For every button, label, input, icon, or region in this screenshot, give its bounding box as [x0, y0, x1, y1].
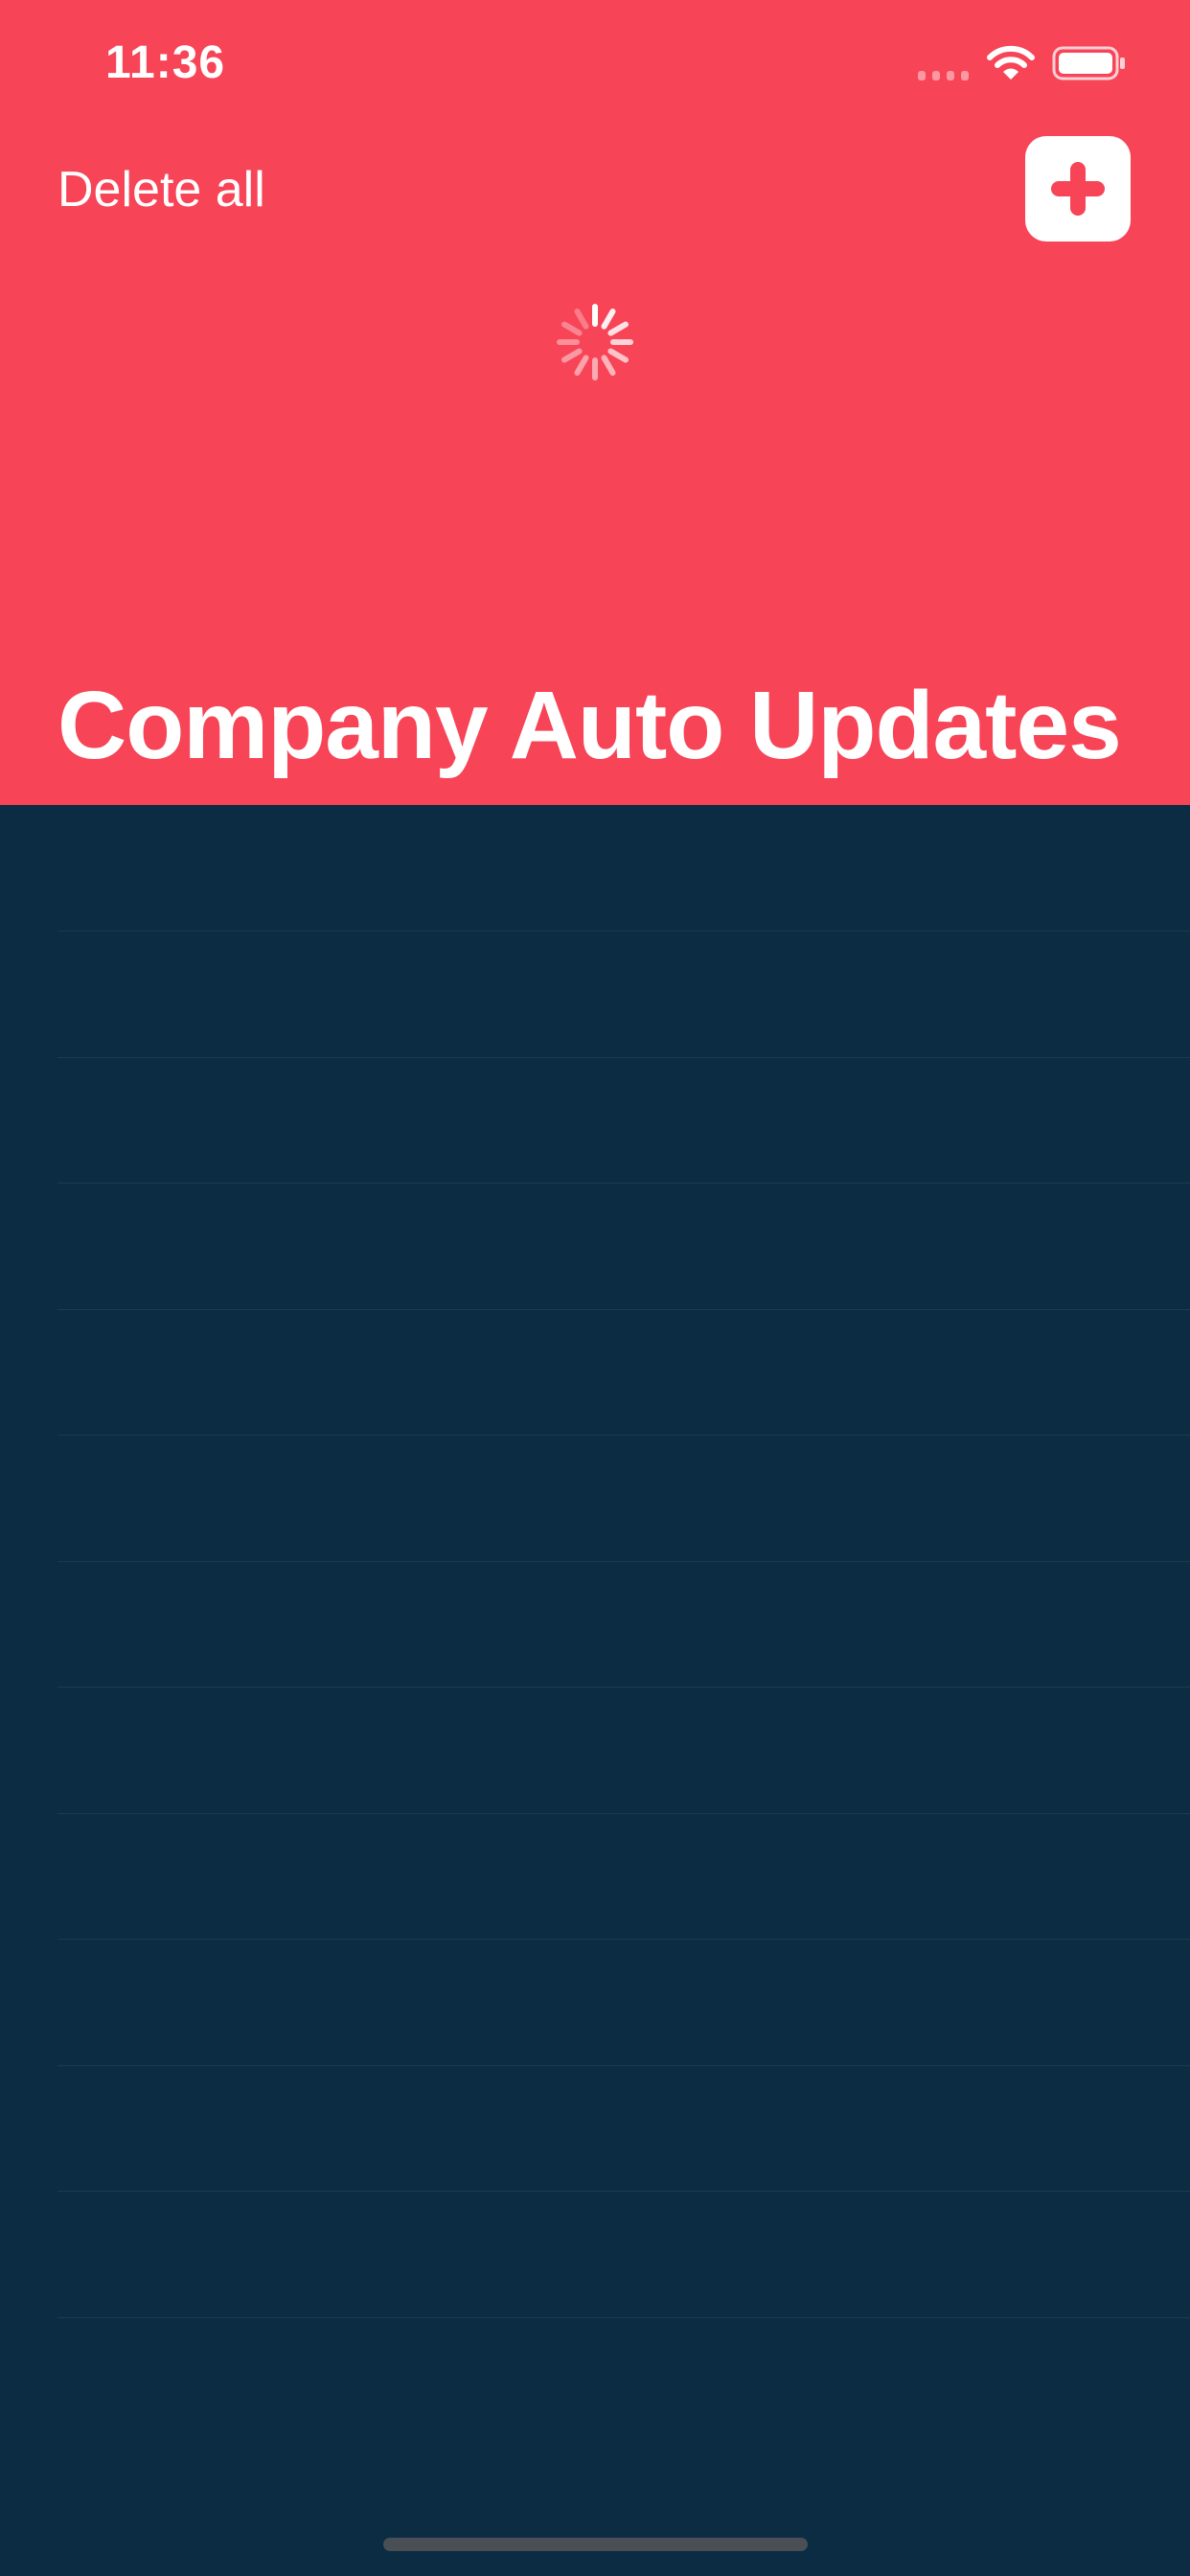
wifi-icon — [987, 45, 1035, 80]
list-item — [57, 2065, 1190, 2066]
list-item — [57, 1435, 1190, 1436]
plus-icon — [1051, 162, 1105, 216]
delete-all-button[interactable]: Delete all — [57, 161, 265, 218]
list-item — [57, 1309, 1190, 1310]
updates-list — [0, 805, 1190, 2530]
list-item — [57, 1561, 1190, 1562]
list-item — [57, 2191, 1190, 2192]
list-item — [57, 1183, 1190, 1184]
home-indicator[interactable] — [383, 2538, 808, 2551]
list-item — [57, 1057, 1190, 1058]
list-item — [57, 1939, 1190, 1940]
battery-icon — [1052, 46, 1125, 80]
status-time: 11:36 — [105, 37, 226, 88]
add-button[interactable] — [1025, 136, 1131, 242]
page-title: Company Auto Updates — [57, 672, 1122, 779]
list-item — [57, 2317, 1190, 2318]
spinner-icon — [557, 304, 633, 380]
header: 11:36 Delete all Company Auto Updates — [0, 0, 1190, 805]
list-item — [57, 1687, 1190, 1688]
signal-dots-icon — [918, 71, 969, 80]
list-item — [57, 931, 1190, 932]
list-item — [57, 1813, 1190, 1814]
